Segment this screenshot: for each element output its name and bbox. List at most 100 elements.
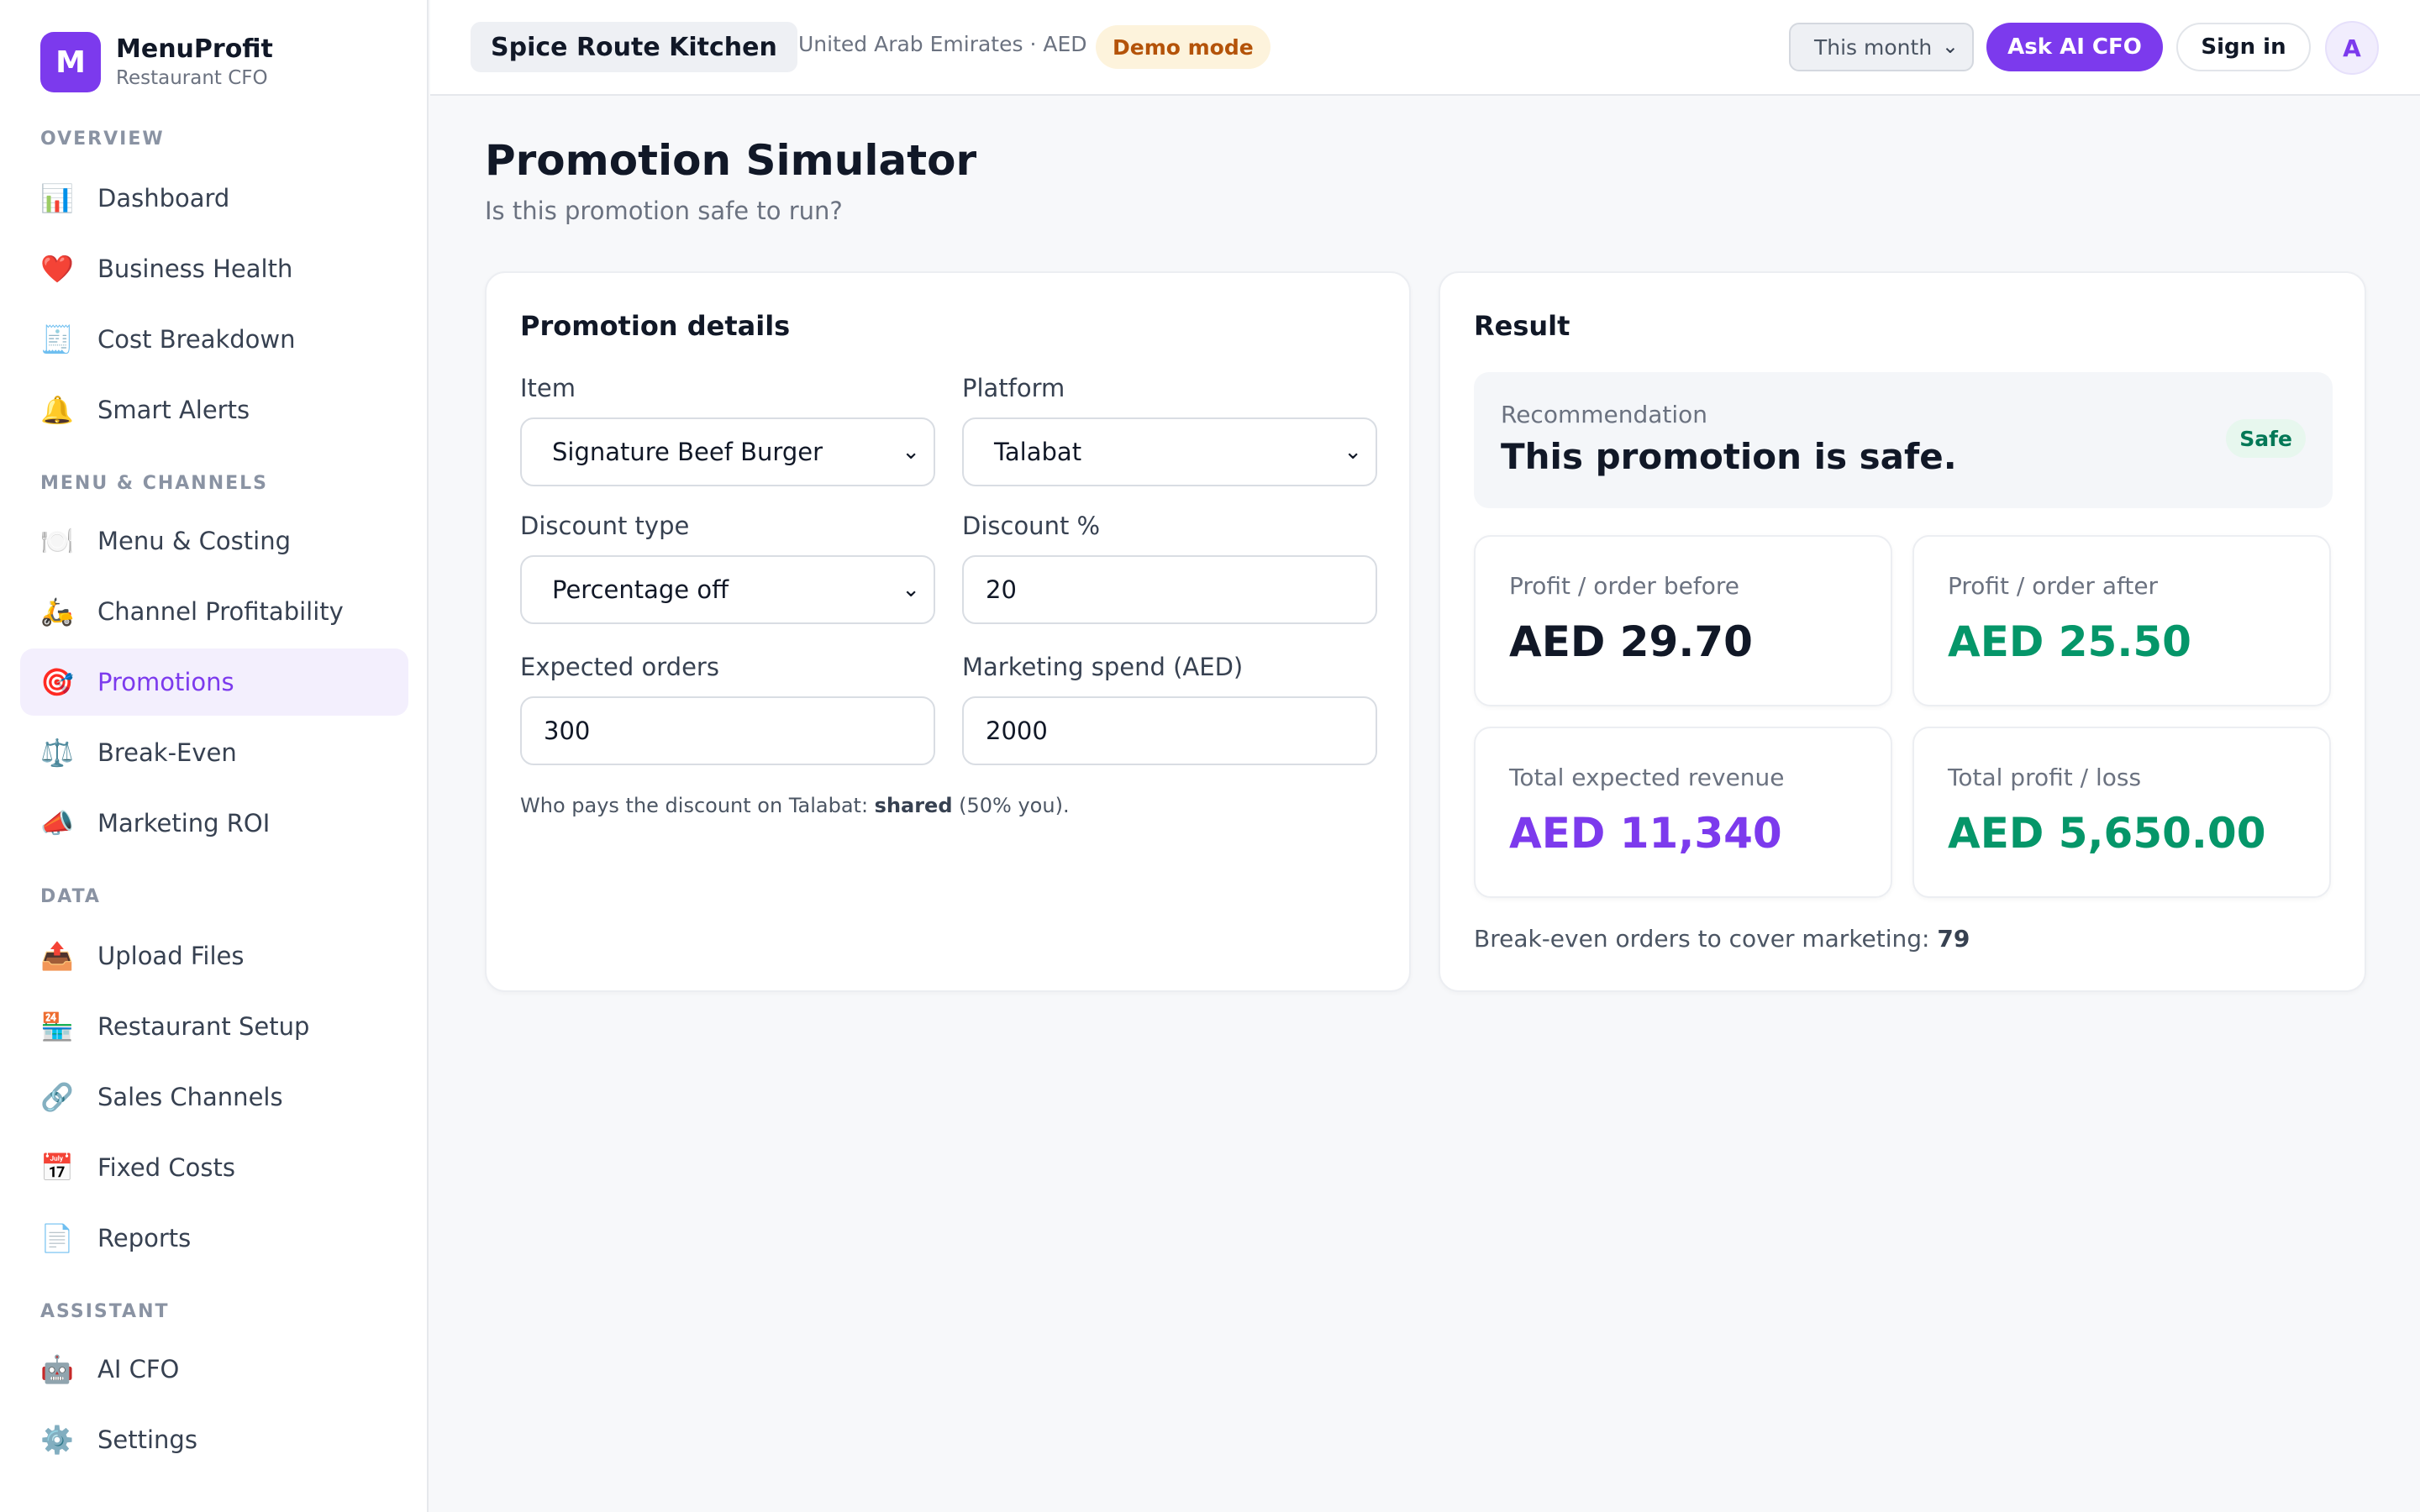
sign-in-button[interactable]: Sign in — [2176, 23, 2311, 71]
expected-orders-label: Expected orders — [520, 653, 719, 681]
metric-value: AED 11,340 — [1509, 809, 1782, 858]
sidebar-item-label: Settings — [97, 1425, 197, 1454]
metric-card-profit-after: Profit / order after AED 25.50 — [1912, 535, 2331, 706]
gear-icon: ⚙️ — [40, 1424, 74, 1456]
page-title: Promotion Simulator — [485, 136, 977, 185]
sidebar-item-marketing-roi[interactable]: 📣 Marketing ROI — [20, 790, 408, 857]
sidebar-item-business-health[interactable]: ❤️ Business Health — [20, 235, 408, 302]
bell-icon: 🔔 — [40, 394, 74, 426]
sidebar-item-label: Business Health — [97, 255, 293, 283]
sidebar-item-label: Upload Files — [97, 942, 245, 970]
document-icon: 📄 — [40, 1222, 74, 1254]
sidebar: M MenuProfit Restaurant CFO OVERVIEW 📊 D… — [0, 0, 429, 1512]
recommendation-box: Recommendation This promotion is safe. S… — [1474, 372, 2333, 508]
discount-type-select[interactable]: Percentage off ⌄ — [520, 555, 935, 624]
card-title: Result — [1474, 310, 1570, 342]
metric-label: Profit / order after — [1948, 572, 2159, 600]
brand-subtitle: Restaurant CFO — [116, 67, 268, 89]
sidebar-item-label: Smart Alerts — [97, 396, 250, 424]
metric-value: AED 5,650.00 — [1948, 809, 2266, 858]
sidebar-item-fixed-costs[interactable]: 📅 Fixed Costs — [20, 1134, 408, 1201]
sidebar-item-label: Restaurant Setup — [97, 1012, 310, 1041]
metric-card-profit-before: Profit / order before AED 29.70 — [1474, 535, 1892, 706]
sidebar-item-upload-files[interactable]: 📤 Upload Files — [20, 922, 408, 990]
metric-value: AED 25.50 — [1948, 617, 2191, 666]
platform-select[interactable]: Talabat ⌄ — [962, 417, 1377, 486]
sidebar-item-reports[interactable]: 📄 Reports — [20, 1205, 408, 1272]
link-icon: 🔗 — [40, 1081, 74, 1113]
sidebar-item-label: Reports — [97, 1224, 192, 1252]
result-card: Result Recommendation This promotion is … — [1439, 271, 2366, 992]
marketing-spend-input[interactable]: 2000 — [962, 696, 1377, 765]
sidebar-item-label: Sales Channels — [97, 1083, 283, 1111]
payer-note-strong: shared — [874, 794, 953, 817]
sidebar-item-smart-alerts[interactable]: 🔔 Smart Alerts — [20, 376, 408, 444]
recommendation-label: Recommendation — [1501, 401, 1708, 428]
metric-card-total-revenue: Total expected revenue AED 11,340 — [1474, 727, 1892, 898]
item-label: Item — [520, 374, 576, 402]
metric-label: Total expected revenue — [1509, 764, 1785, 791]
card-title: Promotion details — [520, 310, 791, 342]
nav-section-overview: OVERVIEW — [40, 129, 165, 150]
chevron-down-icon: ⌄ — [1941, 34, 1959, 58]
sidebar-item-label: Menu & Costing — [97, 527, 291, 555]
scale-icon: ⚖️ — [40, 737, 74, 769]
sidebar-item-label: Marketing ROI — [97, 809, 271, 837]
brand[interactable]: M MenuProfit Restaurant CFO — [40, 32, 273, 92]
sidebar-item-cost-breakdown[interactable]: 🧾 Cost Breakdown — [20, 306, 408, 373]
breakeven-prefix: Break-even orders to cover marketing: — [1474, 925, 1938, 953]
brand-logo: M — [40, 32, 101, 92]
heart-icon: ❤️ — [40, 253, 74, 285]
sidebar-item-promotions[interactable]: 🎯 Promotions — [20, 648, 408, 716]
sidebar-item-label: Promotions — [97, 668, 234, 696]
platform-select-value: Talabat — [994, 438, 1082, 466]
sidebar-item-settings[interactable]: ⚙️ Settings — [20, 1406, 408, 1473]
sidebar-item-ai-cfo[interactable]: 🤖 AI CFO — [20, 1336, 408, 1403]
bar-chart-icon: 📊 — [40, 182, 74, 214]
store-icon: 🏪 — [40, 1011, 74, 1042]
platform-label: Platform — [962, 374, 1065, 402]
breakeven-orders-text: Break-even orders to cover marketing: 79 — [1474, 925, 1970, 953]
chevron-down-icon: ⌄ — [1344, 439, 1362, 465]
chevron-down-icon: ⌄ — [902, 439, 920, 465]
calendar-icon: 📅 — [40, 1152, 74, 1184]
sidebar-item-break-even[interactable]: ⚖️ Break-Even — [20, 719, 408, 786]
metric-value: AED 29.70 — [1509, 617, 1753, 666]
megaphone-icon: 📣 — [40, 807, 74, 839]
restaurant-meta: United Arab Emirates · AED — [798, 32, 1087, 56]
target-icon: 🎯 — [40, 666, 74, 698]
sidebar-item-restaurant-setup[interactable]: 🏪 Restaurant Setup — [20, 993, 408, 1060]
upload-icon: 📤 — [40, 940, 74, 972]
expected-orders-input[interactable]: 300 — [520, 696, 935, 765]
scooter-icon: 🛵 — [40, 596, 74, 627]
item-select[interactable]: Signature Beef Burger ⌄ — [520, 417, 935, 486]
discount-type-label: Discount type — [520, 512, 690, 540]
status-badge: Safe — [2226, 419, 2306, 458]
ask-ai-cfo-button[interactable]: Ask AI CFO — [1986, 23, 2163, 71]
topbar: Spice Route Kitchen United Arab Emirates… — [430, 0, 2420, 96]
item-select-value: Signature Beef Burger — [552, 438, 823, 466]
payer-note-prefix: Who pays the discount on Talabat: — [520, 794, 875, 817]
avatar[interactable]: A — [2325, 21, 2379, 75]
sidebar-item-menu-costing[interactable]: 🍽️ Menu & Costing — [20, 507, 408, 575]
discount-percent-input[interactable]: 20 — [962, 555, 1377, 624]
promotion-details-card: Promotion details Item Signature Beef Bu… — [485, 271, 1411, 992]
discount-payer-note: Who pays the discount on Talabat: shared… — [520, 794, 1070, 817]
chevron-down-icon: ⌄ — [902, 577, 920, 602]
demo-mode-badge: Demo mode — [1096, 25, 1270, 69]
sidebar-item-label: Cost Breakdown — [97, 325, 296, 354]
nav-section-data: DATA — [40, 886, 101, 907]
robot-icon: 🤖 — [40, 1353, 74, 1385]
period-select-value: This month — [1814, 34, 1933, 60]
sidebar-item-label: Fixed Costs — [97, 1153, 235, 1182]
brand-name: MenuProfit — [116, 34, 273, 64]
sidebar-item-dashboard[interactable]: 📊 Dashboard — [20, 165, 408, 232]
sidebar-item-channel-profitability[interactable]: 🛵 Channel Profitability — [20, 578, 408, 645]
sidebar-item-sales-channels[interactable]: 🔗 Sales Channels — [20, 1063, 408, 1131]
restaurant-name[interactable]: Spice Route Kitchen — [471, 22, 797, 72]
period-select[interactable]: This month ⌄ — [1789, 23, 1974, 71]
page-subtitle: Is this promotion safe to run? — [485, 197, 843, 225]
nav-section-menu-channels: MENU & CHANNELS — [40, 473, 269, 494]
breakeven-value: 79 — [1937, 925, 1970, 953]
discount-percent-label: Discount % — [962, 512, 1101, 540]
